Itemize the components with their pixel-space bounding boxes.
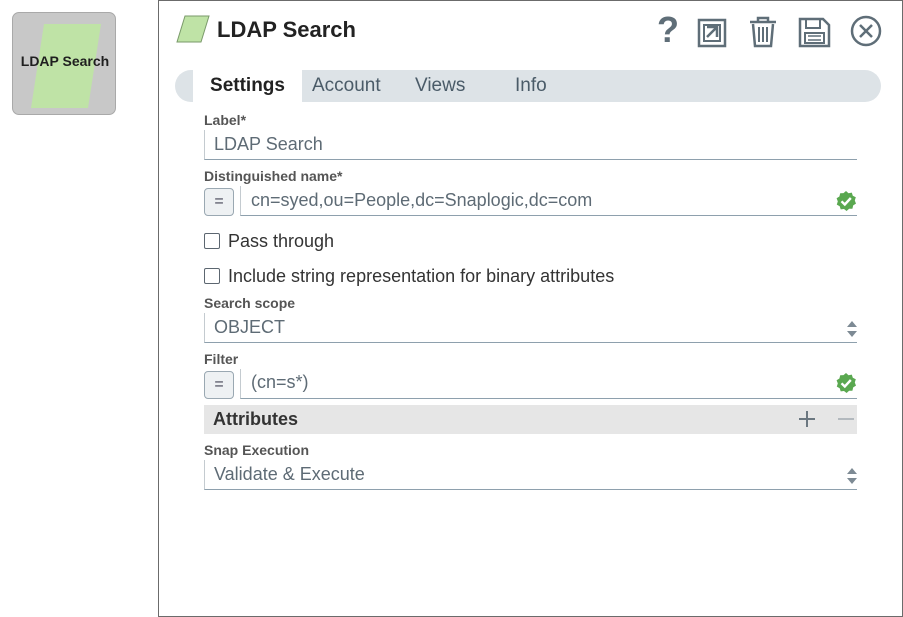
filter-input[interactable] — [240, 369, 857, 399]
dn-expression-toggle[interactable]: = — [204, 188, 234, 216]
valid-check-icon — [836, 191, 856, 211]
attributes-section: Attributes — [204, 405, 857, 434]
label-field-label: Label* — [204, 112, 247, 128]
svg-text:?: ? — [657, 11, 679, 49]
dn-field-label: Distinguished name* — [204, 168, 343, 184]
binary-attrs-label: Include string representation for binary… — [228, 266, 615, 286]
dialog-title: LDAP Search — [217, 17, 356, 42]
pass-through-label: Pass through — [228, 231, 335, 251]
tab-settings[interactable]: Settings — [193, 70, 302, 102]
help-icon: ? — [657, 11, 679, 49]
close-button[interactable] — [847, 11, 885, 49]
close-icon — [850, 15, 882, 47]
trash-icon — [750, 16, 776, 48]
help-button[interactable]: ? — [648, 11, 686, 49]
label-input-value: LDAP Search — [214, 134, 323, 154]
plus-icon[interactable] — [797, 409, 817, 429]
snap-execution-label: Snap Execution — [204, 442, 310, 458]
valid-check-icon — [836, 373, 856, 393]
search-scope-select[interactable] — [204, 313, 857, 343]
dn-input-value: cn=syed,ou=People,dc=Snaplogic,dc=com — [251, 190, 593, 210]
snap-type-icon — [176, 15, 210, 43]
pass-through-checkbox[interactable] — [204, 233, 220, 249]
tab-bar: Settings Account Views Info — [175, 70, 881, 102]
select-arrows-icon — [847, 321, 857, 337]
delete-button[interactable] — [744, 11, 782, 49]
snap-tile[interactable]: LDAP Search — [12, 12, 116, 115]
attributes-title: Attributes — [213, 409, 298, 429]
filter-input-value: (cn=s*) — [251, 372, 309, 392]
search-scope-value: OBJECT — [214, 317, 286, 337]
save-icon — [798, 17, 831, 48]
binary-attrs-checkbox[interactable] — [204, 268, 220, 284]
minus-icon[interactable] — [836, 409, 856, 429]
search-scope-label: Search scope — [204, 295, 296, 311]
tab-account[interactable]: Account — [312, 70, 381, 102]
snap-execution-value: Validate & Execute — [214, 464, 365, 484]
export-button[interactable] — [693, 11, 731, 49]
export-icon — [697, 18, 727, 48]
tab-info[interactable]: Info — [515, 70, 547, 102]
save-button[interactable] — [795, 11, 833, 49]
select-arrows-icon — [847, 468, 857, 484]
filter-expression-toggle[interactable]: = — [204, 371, 234, 399]
filter-label: Filter — [204, 351, 239, 367]
snap-tile-label: LDAP Search — [20, 53, 110, 69]
tab-views[interactable]: Views — [415, 70, 465, 102]
snap-settings-dialog: LDAP Search ? Settings Account Views Inf… — [158, 0, 903, 617]
